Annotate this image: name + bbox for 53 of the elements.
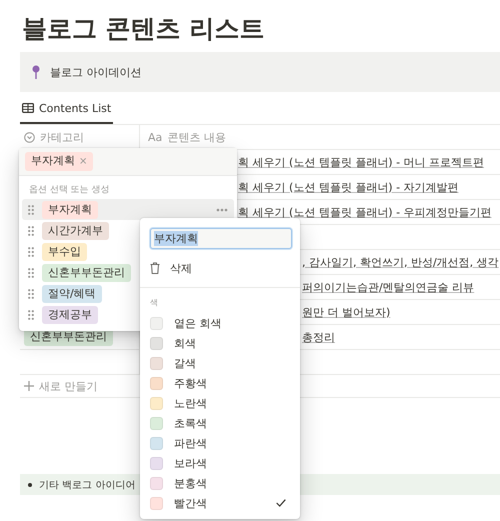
- delete-menu-item[interactable]: 삭제: [140, 255, 300, 281]
- more-icon[interactable]: [216, 208, 228, 212]
- table-cell[interactable]: 원만 더 벌어보자): [302, 304, 390, 320]
- color-menu-item[interactable]: 주황색: [140, 373, 300, 393]
- option-name-field[interactable]: 부자계획: [150, 228, 292, 249]
- dropdown-hint: 옵션 선택 또는 생성: [28, 184, 111, 197]
- color-heading: 색: [149, 297, 159, 309]
- color-menu-item[interactable]: 보라색: [140, 453, 300, 473]
- option-item[interactable]: 부자계획: [22, 199, 234, 220]
- option-tag: 절약/혜택: [42, 284, 102, 302]
- text-type-icon: Aa: [148, 130, 162, 144]
- bullet-icon: [28, 482, 32, 486]
- color-menu-item[interactable]: 옅은 회색: [140, 313, 300, 333]
- color-menu-item[interactable]: 회색: [140, 333, 300, 353]
- option-tag: 부자계획: [42, 200, 98, 218]
- table-cell[interactable]: 획 세우기 (노션 템플릿 플래너) - 머니 프로젝트편: [238, 154, 484, 170]
- option-item[interactable]: 부수입: [22, 241, 93, 262]
- color-menu-item[interactable]: 초록색: [140, 413, 300, 433]
- selected-tag[interactable]: 부자계획 ×: [25, 152, 94, 171]
- table-cell[interactable]: 획 세우기 (노션 템플릿 플래너) - 자기계발편: [238, 180, 459, 194]
- color-menu-item[interactable]: 빨간색: [140, 493, 300, 513]
- option-tag: 시간가계부: [42, 222, 109, 240]
- drag-handle-icon[interactable]: [28, 310, 34, 320]
- option-tag: 신혼부부돈관리: [42, 264, 131, 282]
- page-title: 블로그 콘텐츠 리스트: [22, 14, 266, 44]
- trash-icon: [150, 262, 160, 274]
- pin-icon: [32, 65, 40, 79]
- table-cell[interactable]: 퍼의이기는습관/멘탈의연금술 리뷰: [302, 280, 474, 294]
- option-item[interactable]: 시간가계부: [22, 220, 115, 241]
- option-item[interactable]: 신혼부부돈관리: [22, 262, 137, 283]
- color-menu-item[interactable]: 분홍색: [140, 473, 300, 493]
- drag-handle-icon[interactable]: [28, 288, 34, 298]
- option-tag: 경제공부: [42, 306, 98, 324]
- color-menu-item[interactable]: 노란색: [140, 393, 300, 413]
- option-tag: 부수입: [42, 242, 87, 260]
- drag-handle-icon[interactable]: [28, 204, 34, 214]
- drag-handle-icon[interactable]: [28, 226, 34, 236]
- color-menu-item[interactable]: 파란색: [140, 433, 300, 453]
- color-menu-item[interactable]: 갈색: [140, 353, 300, 373]
- drag-handle-icon[interactable]: [28, 268, 34, 278]
- option-item[interactable]: 경제공부: [22, 304, 104, 325]
- table-cell[interactable]: , 감사일기, 확언쓰기, 반성/개선점, 생각: [302, 254, 499, 270]
- plus-icon: [24, 381, 34, 391]
- callout-text: 블로그 아이데이션: [50, 64, 142, 80]
- table-cell[interactable]: 획 세우기 (노션 템플릿 플래너) - 우피계정만들기편: [238, 204, 492, 220]
- select-property-icon: [24, 132, 35, 142]
- table-icon: [22, 103, 34, 113]
- drag-handle-icon[interactable]: [28, 246, 34, 256]
- bullet-text: 기타 백로그 아이디어: [39, 478, 136, 492]
- check-icon: [276, 499, 286, 507]
- view-tab[interactable]: Contents List: [20, 94, 114, 124]
- table-cell[interactable]: 총정리: [302, 330, 335, 344]
- option-item[interactable]: 절약/혜택: [22, 283, 108, 304]
